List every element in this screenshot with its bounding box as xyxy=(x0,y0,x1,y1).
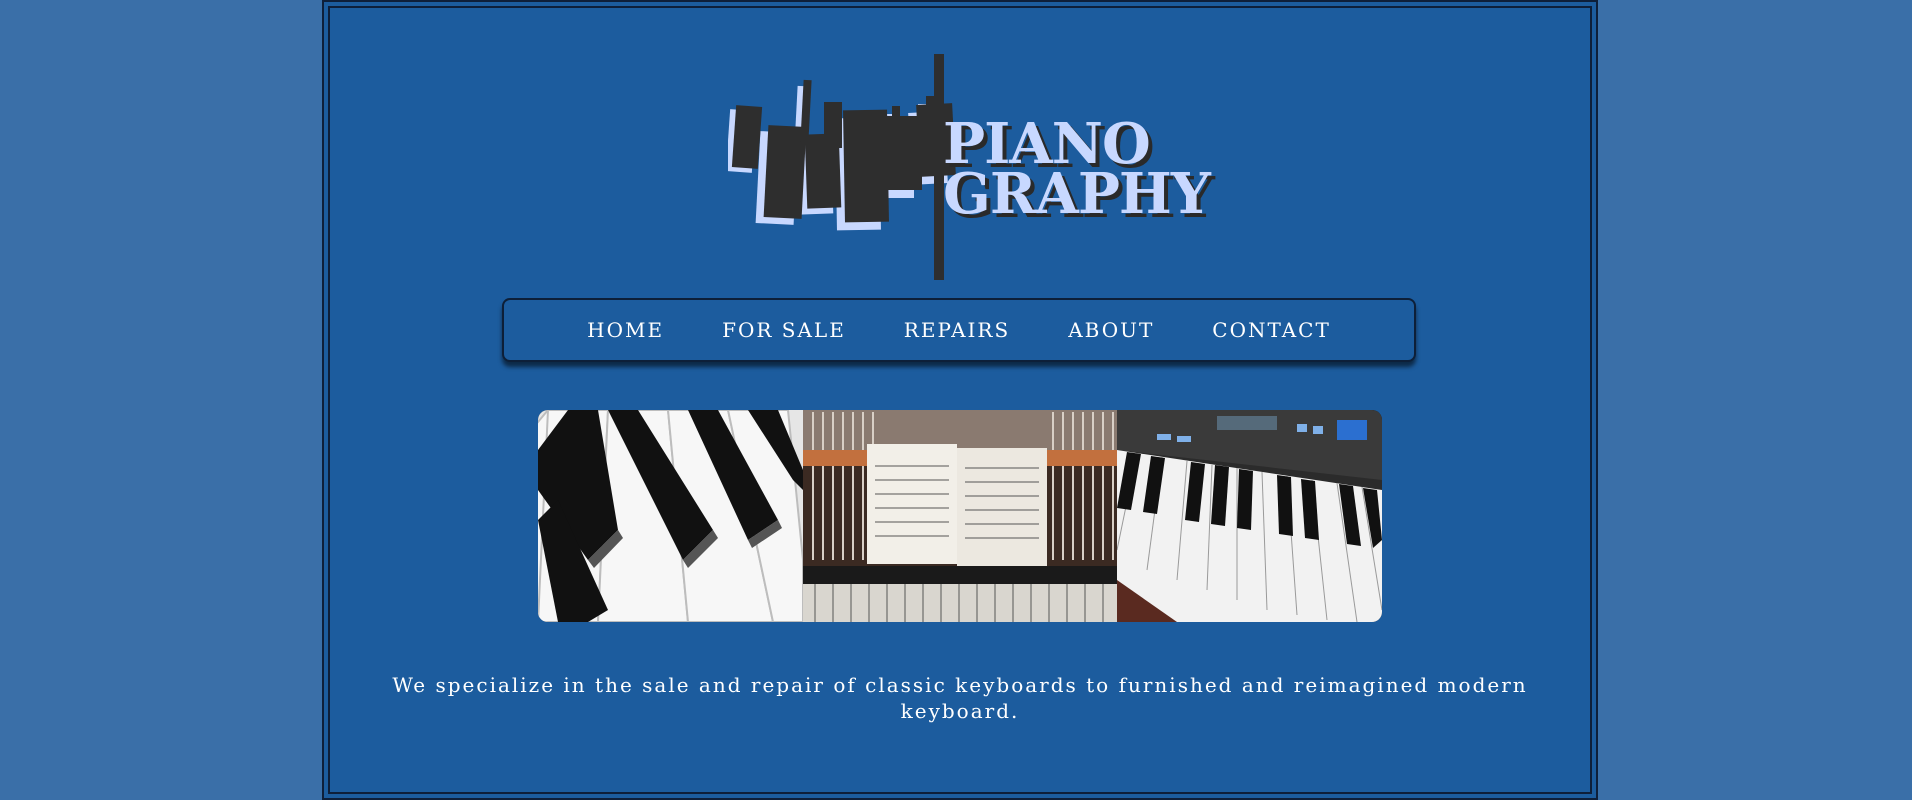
nav-item-repairs[interactable]: REPAIRS xyxy=(904,318,1010,342)
nav-item-home[interactable]: HOME xyxy=(587,318,664,342)
logo-word-graphy: GRAPHY xyxy=(943,161,1211,227)
piano-keys-image xyxy=(538,410,803,622)
nav-item-for-sale[interactable]: FOR SALE xyxy=(722,318,846,342)
hero-image-strip xyxy=(538,410,1382,622)
nav-item-about[interactable]: ABOUT xyxy=(1068,318,1154,342)
digital-keyboard-image xyxy=(1117,410,1382,622)
piano-graphy-logo[interactable]: PIANO GRAPHY xyxy=(728,50,1248,284)
sheet-music-piano-image xyxy=(803,410,1117,622)
main-nav: HOME FOR SALE REPAIRS ABOUT CONTACT xyxy=(502,298,1416,362)
page-frame: PIANO GRAPHY HOME FOR SALE REPAIRS ABOUT… xyxy=(322,0,1598,800)
tagline-text: We specialize in the sale and repair of … xyxy=(392,673,1528,723)
nav-item-contact[interactable]: CONTACT xyxy=(1212,318,1331,342)
